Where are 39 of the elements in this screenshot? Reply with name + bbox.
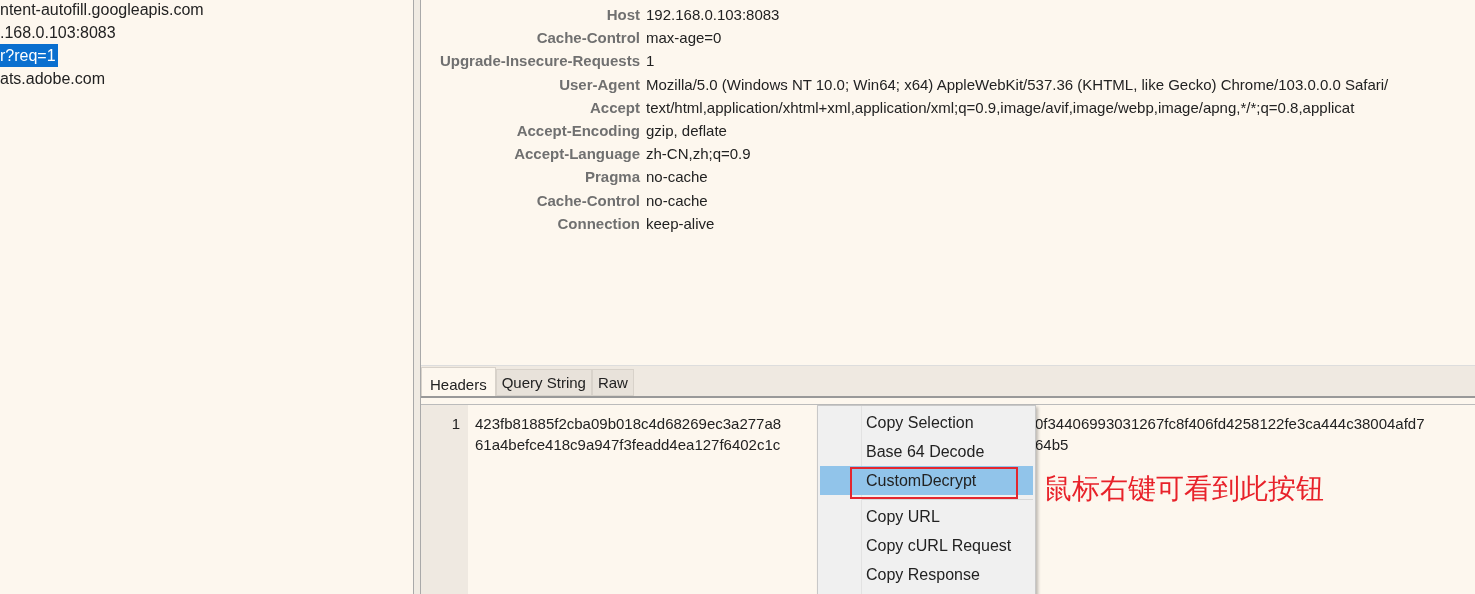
header-name: Connection [556,213,641,234]
body-text: 64b5 [1035,436,1069,455]
header-name: Pragma [583,167,641,188]
body-text: 61a4befce418c9a947f3feadd4ea127f6402c1c [475,436,782,455]
request-item[interactable]: ntent-autofill.googleapis.com [0,0,206,21]
header-value: gzip, deflate [646,120,727,141]
line-number: 1 [451,415,460,432]
menu-item[interactable]: Copy Response [820,560,1033,589]
header-value: no-cache [646,190,708,211]
pane-splitter[interactable] [413,0,421,594]
header-name: Accept [588,97,641,118]
menu-item[interactable]: Copy URL [820,502,1033,531]
header-value: 1 [646,51,655,72]
header-value: max-age=0 [646,28,722,49]
header-value: Mozilla/5.0 (Windows NT 10.0; Win64; x64) AppleWebKit/537.36 (KHTML, like Gecko) Chrome/103.0.0.0 Safari/ [646,74,1389,95]
header-name: Cache-Control [535,190,641,211]
body-text: 423fb81885f2cba09b018c4d68269ec3a277a8 [475,415,783,434]
menu-item[interactable]: Base 64 Decode [820,437,1033,466]
header-name: User-Agent [558,74,641,95]
request-item[interactable]: .168.0.103:8083 [0,21,118,44]
header-name: Cache-Control [535,28,641,49]
header-value: zh-CN,zh;q=0.9 [646,144,751,165]
request-item[interactable]: ats.adobe.com [0,67,107,90]
tab[interactable]: Headers [421,367,496,396]
annotation-text: 鼠标右键可看到此按钮 [1044,471,1324,507]
request-item[interactable]: r?req=1 [0,44,58,67]
menu-item[interactable]: Copy cURL Request [820,531,1033,560]
tab[interactable]: Query String [495,369,592,396]
header-value: 192.168.0.103:8083 [646,5,780,25]
menu-item[interactable]: Copy Selection [820,408,1033,437]
header-name: Host [605,5,641,25]
header-name: Accept-Encoding [515,120,641,141]
header-value: keep-alive [646,213,715,234]
header-value: text/html,application/xhtml+xml,application/xml;q=0.9,image/avif,image/webp,image/apng,*/*;q=0.8,applicat [646,97,1355,118]
tab[interactable]: Raw [591,369,634,396]
header-name: Accept-Language [513,144,641,165]
header-name: Upgrade-Insecure-Requests [438,51,641,72]
header-value: no-cache [646,167,708,188]
body-text: 0f34406993031267fc8f406fd4258122fe3ca444c38004afd7 [1035,415,1425,434]
